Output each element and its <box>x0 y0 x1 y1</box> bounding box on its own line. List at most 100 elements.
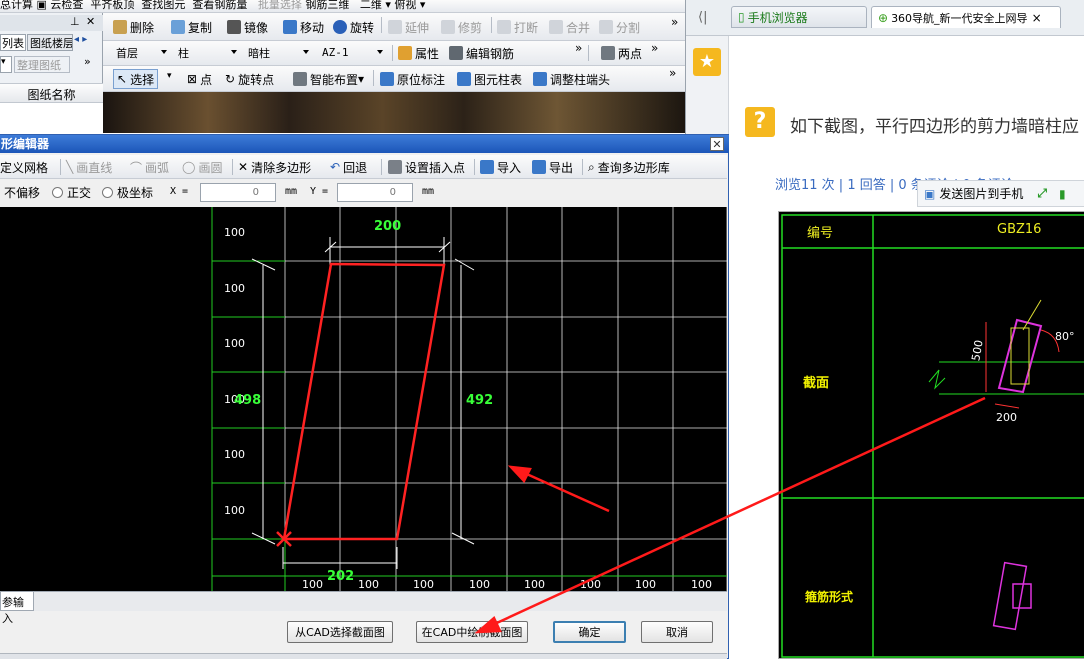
angle-label: 80° <box>1055 330 1075 343</box>
properties-icon <box>398 46 412 60</box>
tidy-drawings-button[interactable]: 整理图纸 <box>14 56 70 73</box>
split-button[interactable]: 分割 <box>599 17 640 37</box>
drawing-list <box>0 103 103 133</box>
merge-button[interactable]: 合并 <box>549 17 590 37</box>
pin-icon[interactable]: ⊥ <box>70 15 80 28</box>
in-place-label-button[interactable]: 原位标注 <box>380 69 445 89</box>
tab-scroll-arrows[interactable]: ◂ ▸ <box>74 34 87 45</box>
polygon-canvas-svg[interactable] <box>0 207 727 591</box>
draw-circle-button[interactable]: ◯ 画圆 <box>182 157 222 177</box>
x-unit: mm <box>285 186 298 197</box>
table-row-stirrup: 箍筋形式 <box>805 590 854 604</box>
export-button[interactable]: 导出 <box>532 157 573 177</box>
grid-bottom-label: 100 <box>635 578 656 591</box>
polar-option[interactable]: 极坐标 <box>102 184 153 201</box>
tab-drawing-floor[interactable]: 图纸楼层 <box>27 34 73 51</box>
draw-in-cad-button[interactable]: 在CAD中绘制截面图 <box>416 621 528 643</box>
no-offset-option[interactable]: 不偏移 <box>4 184 40 201</box>
grid-left-label: 100 <box>224 226 245 239</box>
polar-radio[interactable] <box>102 187 113 198</box>
dim-200-label: 200 <box>996 411 1017 424</box>
move-button[interactable]: 移动 <box>283 17 324 37</box>
grid-left-label: 100 <box>224 282 245 295</box>
left-panel: ⊥ ✕ 列表 图纸楼层 ◂ ▸ ▾ 整理图纸 » 图纸名称 <box>0 13 103 133</box>
tab-360-nav[interactable]: ⊕ 360导航_新一代安全上网导 × <box>871 6 1061 28</box>
orthogonal-radio[interactable] <box>52 187 63 198</box>
browser-tabbar: ⟨| ▯ 手机浏览器 ⊕ 360导航_新一代安全上网导 × <box>686 0 1084 36</box>
dialog-title: 形编辑器 <box>1 137 50 151</box>
break-button[interactable]: 打断 <box>497 17 538 37</box>
dialog-close-icon[interactable]: ✕ <box>710 137 724 151</box>
close-icon[interactable]: ✕ <box>86 15 95 28</box>
close-tab-icon[interactable]: × <box>1032 11 1042 25</box>
grid-bottom-label: 100 <box>469 578 490 591</box>
cancel-button[interactable]: 取消 <box>641 621 713 643</box>
grid-bottom-label: 100 <box>524 578 545 591</box>
delete-button[interactable]: 删除 <box>113 17 154 37</box>
x-input[interactable]: 0 <box>200 183 276 202</box>
extend-button[interactable]: 延伸 <box>388 17 429 37</box>
tab-mobile-browser[interactable]: ▯ 手机浏览器 <box>731 6 867 28</box>
dim-top-label: 200 <box>374 219 402 234</box>
column-table-button[interactable]: 图元柱表 <box>457 69 522 89</box>
select-dropdown-icon[interactable]: ▾ <box>167 71 172 81</box>
query-library-button[interactable]: ⌕ 查询多边形库 <box>588 157 670 177</box>
ok-button[interactable]: 确定 <box>553 621 626 643</box>
tab-scroll-left-icon[interactable]: ⟨| <box>698 10 707 25</box>
point-button[interactable]: ⊠ 点 <box>187 69 212 89</box>
point-icon: ⊠ <box>187 72 198 86</box>
y-input[interactable]: 0 <box>337 183 413 202</box>
orthogonal-option[interactable]: 正交 <box>52 184 91 201</box>
favorites-star-icon[interactable]: ★ <box>693 48 721 76</box>
phone-icon: ▯ <box>738 10 745 24</box>
type-select[interactable]: 柱 <box>173 43 241 62</box>
draw-line-button[interactable]: ╲ 画直线 <box>66 157 112 177</box>
param-input-tab[interactable]: 参输入 <box>0 592 34 625</box>
toolbar4-more-icon[interactable]: » <box>669 66 676 80</box>
edit-rebar-button[interactable]: 编辑钢筋 <box>449 43 514 63</box>
tab-list[interactable]: 列表 <box>0 34 26 51</box>
y-label: Y = <box>310 186 329 197</box>
panel-titlebar: ⊥ ✕ <box>0 15 103 31</box>
grid-bottom-label: 100 <box>691 578 712 591</box>
panel-dropdown[interactable]: ▾ <box>0 56 12 73</box>
send-phone-icon: ▣ <box>924 186 936 201</box>
rotate-button[interactable]: 旋转 <box>333 17 374 37</box>
set-insert-point-button[interactable]: 设置插入点 <box>388 157 465 177</box>
dialog-tabs: 参输入 <box>0 591 727 625</box>
smart-layout-button[interactable]: 智能布置 ▾ <box>293 69 364 89</box>
top-toolbar: 总计算 ▣ 云检查 平齐板顶 查找图元 查看钢筋量 批量选择 钢筋三维 二维 ▾… <box>0 0 685 13</box>
select-button[interactable]: ↖ 选择 <box>113 69 159 89</box>
undo-button[interactable]: ↶ 回退 <box>330 157 367 177</box>
define-grid-button[interactable]: 定义网格 <box>0 157 48 177</box>
select-from-cad-button[interactable]: 从CAD选择截面图 <box>287 621 393 643</box>
properties-button[interactable]: 属性 <box>398 43 439 63</box>
more-icon[interactable]: ▮ <box>1059 187 1066 201</box>
panel-more-icon[interactable]: » <box>84 55 91 68</box>
toolbar-more-icon[interactable]: » <box>671 15 678 29</box>
toolbar3-more-icon[interactable]: » <box>575 41 582 55</box>
toolbar3-more2-icon[interactable]: » <box>651 41 658 55</box>
split-icon <box>599 20 613 34</box>
question-title[interactable]: 如下截图，平行四边形的剪力墙暗柱应 <box>790 112 1079 137</box>
subtype-select[interactable]: 暗柱 <box>243 43 313 62</box>
browser-window: ⟨| ▯ 手机浏览器 ⊕ 360导航_新一代安全上网导 × ★ ? 如下截图，平行四边… <box>685 0 1084 659</box>
floor-select[interactable]: 首层 <box>111 43 171 62</box>
adjust-column-end-button[interactable]: 调整柱端头 <box>533 69 610 89</box>
send-to-phone-bar[interactable]: ▣ 发送图片到手机 ⤢ ▮ <box>917 180 1084 207</box>
import-button[interactable]: 导入 <box>480 157 521 177</box>
polygon-canvas[interactable]: 100 100 100 100 100 100 100 100 100 100 … <box>0 207 727 591</box>
name-select[interactable]: AZ-1 <box>317 43 387 62</box>
trim-button[interactable]: 修剪 <box>441 17 482 37</box>
top-toolbar-items[interactable]: 总计算 ▣ 云检查 平齐板顶 查找图元 查看钢筋量 批量选择 钢筋三维 二维 ▾… <box>0 0 425 12</box>
rotate-point-button[interactable]: ↻ 旋转点 <box>225 69 274 89</box>
y-unit: mm <box>422 186 435 197</box>
3d-viewport[interactable] <box>103 92 685 133</box>
draw-arc-button[interactable]: ⌒ 画弧 <box>130 157 169 177</box>
two-points-button[interactable]: 两点 <box>601 43 642 63</box>
expand-icon[interactable]: ⤢ <box>1037 186 1047 201</box>
copy-button[interactable]: 复制 <box>171 17 212 37</box>
mirror-button[interactable]: 镜像 <box>227 17 268 37</box>
clear-polygon-button[interactable]: ✕ 清除多边形 <box>238 157 311 177</box>
undo-icon: ↶ <box>330 160 341 174</box>
